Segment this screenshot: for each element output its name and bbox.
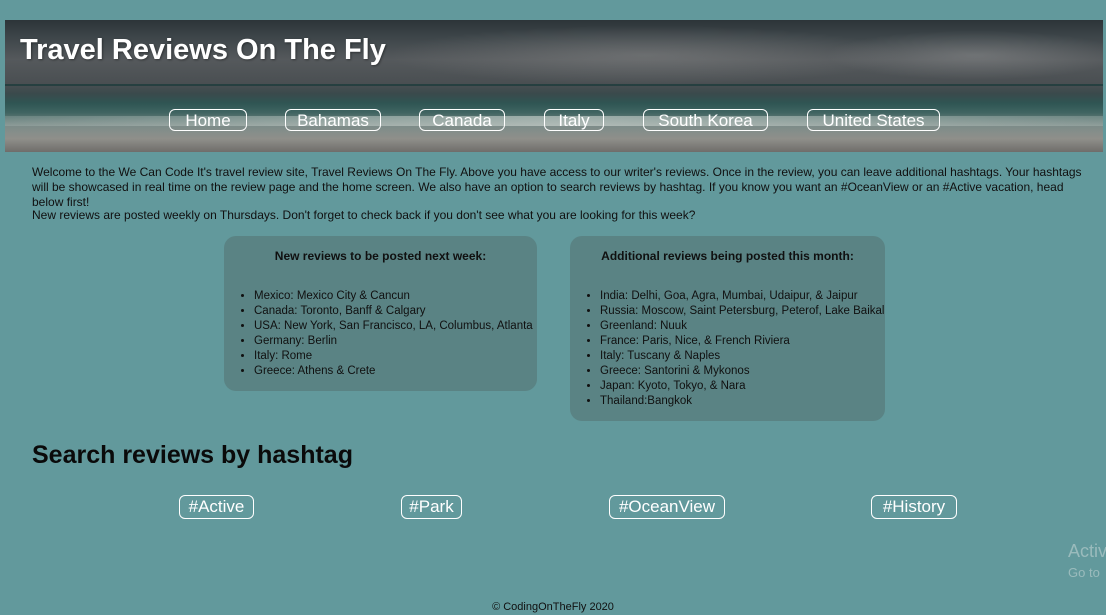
list-item: Russia: Moscow, Saint Petersburg, Petero… bbox=[600, 304, 884, 319]
this-month-heading: Additional reviews being posted this mon… bbox=[601, 249, 854, 263]
schedule-paragraph: New reviews are posted weekly on Thursda… bbox=[32, 208, 696, 222]
list-item: Canada: Toronto, Banff & Calgary bbox=[254, 304, 533, 319]
activation-watermark-subtext: Go to bbox=[1068, 565, 1100, 580]
intro-paragraph: Welcome to the We Can Code It's travel r… bbox=[32, 165, 1082, 209]
banner-horizon bbox=[5, 84, 1103, 86]
site-title: Travel Reviews On The Fly bbox=[20, 34, 386, 66]
list-item: Japan: Kyoto, Tokyo, & Nara bbox=[600, 379, 884, 394]
nav-south-korea-button[interactable]: South Korea bbox=[643, 109, 768, 131]
list-item: Italy: Rome bbox=[254, 349, 533, 364]
list-item: Mexico: Mexico City & Cancun bbox=[254, 289, 533, 304]
nav-canada-button[interactable]: Canada bbox=[419, 109, 505, 131]
nav-home-button[interactable]: Home bbox=[169, 109, 247, 131]
search-heading: Search reviews by hashtag bbox=[32, 441, 353, 469]
nav-bahamas-button[interactable]: Bahamas bbox=[285, 109, 381, 131]
nav-united-states-button[interactable]: United States bbox=[807, 109, 940, 131]
list-item: Italy: Tuscany & Naples bbox=[600, 349, 884, 364]
next-week-reviews-box: New reviews to be posted next week: Mexi… bbox=[224, 236, 537, 391]
banner-cloud bbox=[825, 30, 1103, 80]
this-month-reviews-box: Additional reviews being posted this mon… bbox=[570, 236, 885, 421]
list-item: Greece: Santorini & Mykonos bbox=[600, 364, 884, 379]
list-item: Greenland: Nuuk bbox=[600, 319, 884, 334]
list-item: France: Paris, Nice, & French Riviera bbox=[600, 334, 884, 349]
header-banner: Travel Reviews On The Fly Home Bahamas C… bbox=[5, 20, 1103, 152]
footer-copyright: © CodingOnTheFly 2020 bbox=[492, 601, 614, 613]
next-week-list: Mexico: Mexico City & Cancun Canada: Tor… bbox=[224, 289, 533, 379]
tag-active-button[interactable]: #Active bbox=[179, 495, 254, 519]
tag-oceanview-button[interactable]: #OceanView bbox=[609, 495, 725, 519]
main-nav: Home Bahamas Canada Italy South Korea Un… bbox=[5, 109, 1103, 133]
list-item: Greece: Athens & Crete bbox=[254, 364, 533, 379]
list-item: USA: New York, San Francisco, LA, Columb… bbox=[254, 319, 533, 334]
list-item: India: Delhi, Goa, Agra, Mumbai, Udaipur… bbox=[600, 289, 884, 304]
list-item: Thailand:Bangkok bbox=[600, 394, 884, 409]
tag-history-button[interactable]: #History bbox=[871, 495, 957, 519]
this-month-list: India: Delhi, Goa, Agra, Mumbai, Udaipur… bbox=[570, 289, 884, 409]
tag-park-button[interactable]: #Park bbox=[401, 495, 462, 519]
next-week-heading: New reviews to be posted next week: bbox=[274, 249, 487, 263]
list-item: Germany: Berlin bbox=[254, 334, 533, 349]
activation-watermark: Activ bbox=[1068, 541, 1106, 561]
nav-italy-button[interactable]: Italy bbox=[544, 109, 604, 131]
